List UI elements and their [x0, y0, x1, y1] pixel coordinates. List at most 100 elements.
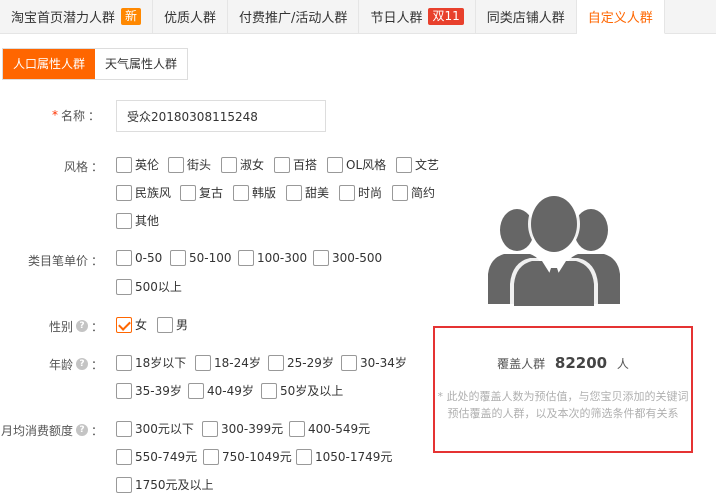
option-label: 500以上: [135, 280, 182, 294]
checkbox[interactable]: [296, 448, 312, 465]
option-label: 400-549元: [308, 422, 371, 436]
checkbox[interactable]: [202, 420, 218, 437]
checkbox[interactable]: [274, 156, 290, 173]
required-mark: *: [51, 108, 58, 122]
spend-option-550-749[interactable]: 550-749元: [116, 448, 197, 465]
checkbox[interactable]: [221, 156, 237, 173]
price-option-300-500[interactable]: 300-500: [313, 250, 382, 266]
checkbox[interactable]: [180, 184, 196, 201]
gender-option-male[interactable]: 男: [157, 316, 188, 333]
tab-label: 自定义人群: [587, 11, 653, 26]
checkbox[interactable]: [339, 184, 355, 201]
style-option-ethnic[interactable]: 民族风: [116, 184, 171, 201]
spend-option-1750-plus[interactable]: 1750元及以上: [116, 476, 214, 493]
age-option-25-29[interactable]: 25-29岁: [268, 354, 334, 371]
checkbox[interactable]: [327, 156, 343, 173]
checkbox-checked[interactable]: [116, 316, 132, 333]
price-option-100-300[interactable]: 100-300: [238, 250, 307, 266]
age-option-40-49[interactable]: 40-49岁: [188, 382, 254, 399]
checkbox[interactable]: [392, 184, 408, 201]
checkbox[interactable]: [188, 382, 204, 399]
checkbox[interactable]: [268, 354, 284, 371]
gender-option-female[interactable]: 女: [116, 316, 147, 333]
checkbox[interactable]: [203, 448, 219, 465]
style-option-retro[interactable]: 复古: [180, 184, 223, 201]
checkbox[interactable]: [313, 250, 329, 266]
checkbox[interactable]: [116, 354, 132, 371]
option-label: 30-34岁: [360, 356, 407, 370]
option-label: 淑女: [240, 158, 265, 172]
tab-holiday[interactable]: 节日人群 双11: [359, 0, 476, 33]
checkbox[interactable]: [341, 354, 357, 371]
tab-label: 淘宝首页潜力人群: [11, 11, 116, 26]
checkbox[interactable]: [116, 382, 132, 399]
style-option-versatile[interactable]: 百搭: [274, 156, 317, 173]
spend-option-300-399[interactable]: 300-399元: [202, 420, 283, 437]
checkbox[interactable]: [157, 316, 173, 333]
checkbox[interactable]: [116, 420, 132, 437]
tab-quality[interactable]: 优质人群: [153, 0, 229, 33]
checkbox[interactable]: [116, 448, 132, 465]
checkbox[interactable]: [261, 382, 277, 399]
checkbox[interactable]: [116, 250, 132, 266]
checkbox[interactable]: [116, 184, 132, 201]
checkbox[interactable]: [168, 156, 184, 173]
name-input[interactable]: [116, 100, 326, 132]
price-option-0-50[interactable]: 0-50: [116, 250, 162, 266]
subtab-weather[interactable]: 天气属性人群: [95, 49, 188, 79]
checkbox[interactable]: [286, 184, 302, 201]
spend-option-750-1049[interactable]: 750-1049元: [203, 448, 292, 465]
tab-paid-promotion[interactable]: 付费推广/活动人群: [228, 0, 360, 33]
tab-similar-shops[interactable]: 同类店铺人群: [476, 0, 577, 33]
checkbox[interactable]: [116, 156, 132, 173]
style-option-other[interactable]: 其他: [116, 212, 159, 229]
checkbox[interactable]: [289, 420, 305, 437]
tab-label: 优质人群: [164, 11, 217, 26]
style-option-lady[interactable]: 淑女: [221, 156, 264, 173]
style-option-sweet[interactable]: 甜美: [286, 184, 329, 201]
spend-option-400-549[interactable]: 400-549元: [289, 420, 370, 437]
style-option-street[interactable]: 街头: [168, 156, 211, 173]
help-icon[interactable]: ?: [75, 358, 88, 370]
coverage-count: 82200: [554, 354, 608, 372]
spend-option-under-300[interactable]: 300元以下: [116, 420, 194, 437]
subtab-demographic[interactable]: 人口属性人群: [3, 49, 96, 79]
option-label: 民族风: [135, 186, 172, 200]
age-option-under-18[interactable]: 18岁以下: [116, 354, 186, 371]
option-label: 1050-1749元: [315, 450, 393, 464]
price-option-500-plus[interactable]: 500以上: [116, 278, 182, 295]
label-colon: ：: [90, 423, 103, 438]
age-option-35-39[interactable]: 35-39岁: [116, 382, 182, 399]
style-option-simple[interactable]: 简约: [392, 184, 435, 201]
checkbox[interactable]: [170, 250, 186, 266]
coverage-prefix: 覆盖人群: [497, 357, 546, 371]
checkbox[interactable]: [116, 476, 132, 493]
checkbox[interactable]: [116, 212, 132, 229]
checkbox[interactable]: [195, 354, 211, 371]
style-option-fashion[interactable]: 时尚: [339, 184, 382, 201]
coverage-panel: 覆盖人群 82200 人 * 此处的覆盖人数为预估值，与您宝贝添加的关键词预估覆…: [433, 326, 693, 453]
checkbox[interactable]: [396, 156, 412, 173]
option-label: 550-749元: [135, 450, 198, 464]
tab-custom[interactable]: 自定义人群: [576, 0, 665, 34]
option-label: 百搭: [293, 158, 318, 172]
help-icon[interactable]: ?: [75, 320, 88, 332]
age-option-18-24[interactable]: 18-24岁: [195, 354, 261, 371]
checkbox[interactable]: [116, 278, 132, 295]
age-option-50-plus[interactable]: 50岁及以上: [261, 382, 343, 399]
checkbox[interactable]: [238, 250, 254, 266]
age-option-30-34[interactable]: 30-34岁: [341, 354, 407, 371]
style-option-ol[interactable]: OL风格: [327, 156, 386, 173]
checkbox[interactable]: [233, 184, 249, 201]
price-option-50-100[interactable]: 50-100: [170, 250, 232, 266]
style-option-korean[interactable]: 韩版: [233, 184, 276, 201]
help-icon[interactable]: ?: [75, 424, 88, 436]
spend-option-1050-1749[interactable]: 1050-1749元: [296, 448, 392, 465]
label-colon: ：: [90, 357, 103, 372]
style-option-british[interactable]: 英伦: [116, 156, 159, 173]
style-option-literary[interactable]: 文艺: [396, 156, 439, 173]
option-label: 300-399元: [221, 422, 284, 436]
label-colon: ：: [90, 319, 103, 334]
coverage-note: * 此处的覆盖人数为预估值，与您宝贝添加的关键词预估覆盖的人群，以及本次的筛选条…: [437, 390, 689, 420]
tab-taobao-potential[interactable]: 淘宝首页潜力人群 新: [0, 0, 154, 33]
